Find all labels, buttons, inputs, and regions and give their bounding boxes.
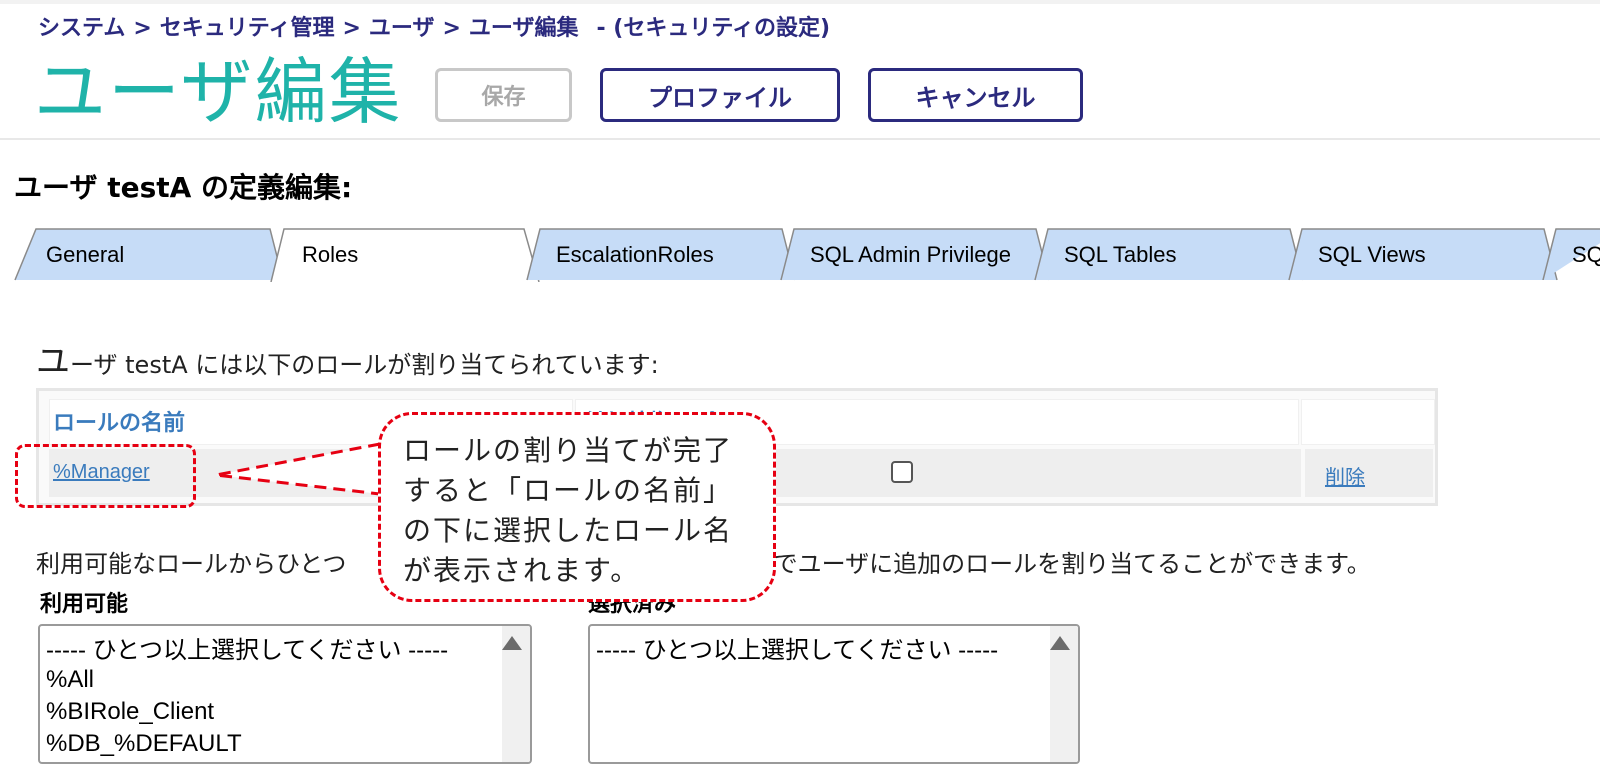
listbox-scrollbar[interactable] (502, 626, 530, 762)
list-option[interactable]: %BIRole_Client (46, 698, 214, 726)
tab-escalation-roles[interactable]: EscalationRoles (526, 228, 796, 281)
tab-label: SQL Admin Privilege (810, 242, 1011, 267)
callout-line: の下に選択したロール名 (403, 514, 734, 547)
breadcrumb-suffix: - (セキュリティの設定) (596, 16, 831, 41)
tab-sql-views[interactable]: SQL Views (1288, 228, 1558, 281)
profile-button[interactable]: プロファイル (600, 68, 840, 122)
scroll-up-icon[interactable] (502, 636, 522, 650)
tab-label: SQL Views (1318, 242, 1426, 267)
grant-option-checkbox[interactable] (891, 461, 913, 483)
callout-line: すると「ロールの名前」 (403, 474, 734, 507)
column-divider (1301, 449, 1305, 497)
list-option[interactable]: ----- ひとつ以上選択してください ----- (46, 630, 448, 665)
tab-sql-admin-privilege[interactable]: SQL Admin Privilege (780, 228, 1050, 281)
tab-sq-partial[interactable]: SQ (1542, 228, 1600, 280)
available-roles-listbox[interactable]: ----- ひとつ以上選択してください ----- %All %BIRole_C… (38, 624, 532, 764)
available-label: 利用可能 (40, 592, 129, 617)
delete-role-link[interactable]: 削除 (1325, 461, 1365, 490)
scroll-up-icon[interactable] (1050, 636, 1070, 650)
list-option[interactable]: ----- ひとつ以上選択してください ----- (596, 630, 998, 665)
callout-line: ロールの割り当てが完了 (403, 434, 734, 467)
cancel-button[interactable]: キャンセル (868, 68, 1083, 122)
tab-label: SQ (1572, 242, 1600, 267)
save-button[interactable]: 保存 (435, 68, 572, 122)
breadcrumb-item-user-edit: ユーザ編集 (468, 16, 579, 41)
annotation-pointer (215, 442, 381, 496)
instruction-text-end: とでユーザに追加のロールを割り当てることができます。 (750, 550, 1371, 578)
tab-label: SQL Tables (1064, 242, 1177, 267)
callout-line: が表示されます。 (403, 554, 641, 587)
list-option[interactable]: %DB_%DEFAULT (46, 730, 242, 758)
annotation-callout: ロールの割り当てが完了 すると「ロールの名前」 の下に選択したロール名 が表示さ… (378, 412, 776, 602)
tab-sql-tables[interactable]: SQL Tables (1034, 228, 1304, 281)
listbox-scrollbar[interactable] (1050, 626, 1078, 762)
table-header-cell (1301, 399, 1435, 445)
tab-label: EscalationRoles (556, 242, 714, 267)
breadcrumb-separator: > (442, 16, 461, 41)
instruction-text-start: 利用可能なロールからひとつ (36, 550, 347, 578)
list-option[interactable]: %All (46, 666, 94, 694)
selected-roles-listbox[interactable]: ----- ひとつ以上選択してください ----- (588, 624, 1080, 764)
